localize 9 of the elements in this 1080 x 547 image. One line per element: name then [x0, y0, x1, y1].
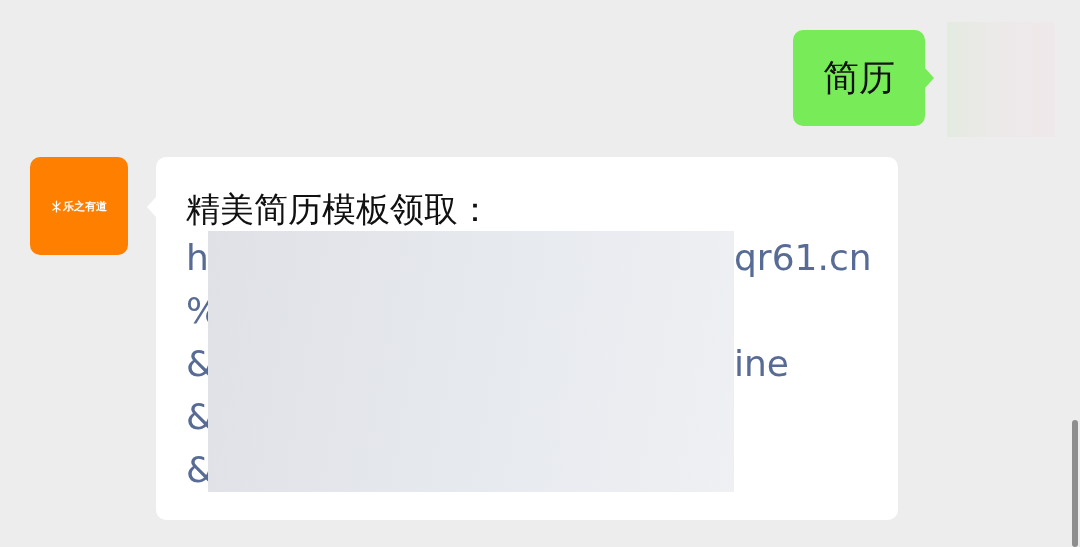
sprout-icon	[51, 199, 61, 213]
link-text[interactable]: qr61.cn	[734, 235, 872, 280]
logo-text: 乐之有道	[62, 198, 107, 214]
message-bubble: 简历	[793, 30, 925, 126]
scrollbar[interactable]	[1072, 420, 1078, 547]
message-text: 精美简历模板领取：	[186, 188, 493, 231]
link-text[interactable]: h	[186, 235, 208, 280]
link-text[interactable]: ine	[734, 341, 872, 386]
bubble-tail	[925, 68, 934, 88]
